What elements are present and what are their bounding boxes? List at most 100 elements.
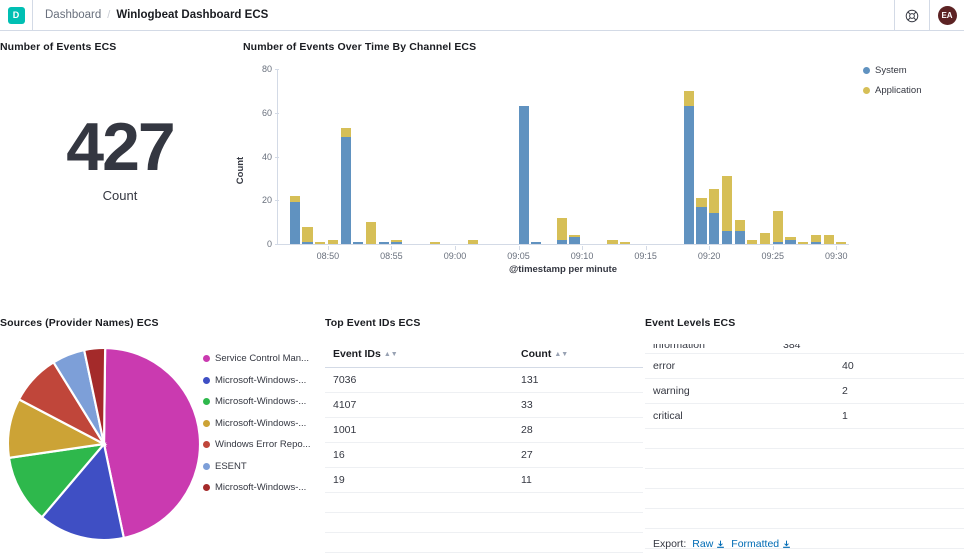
bar-segment-application[interactable] [824, 235, 834, 244]
bar-segment-application[interactable] [785, 237, 795, 239]
table-row[interactable]: critical1 [645, 403, 964, 428]
column-header-count[interactable]: Count▲▼ [513, 344, 643, 368]
bar-segment-system[interactable] [722, 231, 732, 244]
bar-segment-system[interactable] [569, 237, 579, 244]
bar-segment-system[interactable] [391, 242, 401, 244]
bar-segment-application[interactable] [341, 128, 351, 137]
bar-segment-system[interactable] [557, 240, 567, 244]
bar-segment-application[interactable] [302, 227, 312, 242]
histogram-bar[interactable] [391, 240, 401, 244]
histogram-bar[interactable] [836, 242, 846, 244]
bar-segment-system[interactable] [531, 242, 541, 244]
pie-legend-item[interactable]: Service Control Man... [203, 353, 323, 364]
table-row[interactable]: error40 [645, 353, 964, 378]
histogram-bar[interactable] [620, 242, 630, 244]
histogram-bar[interactable] [709, 189, 719, 244]
bar-segment-application[interactable] [709, 189, 719, 213]
histogram-bar[interactable] [785, 237, 795, 244]
table-row[interactable]: 1911 [325, 468, 643, 493]
bar-segment-application[interactable] [620, 242, 630, 244]
bar-segment-system[interactable] [773, 242, 783, 244]
table-row[interactable]: 410733 [325, 393, 643, 418]
histogram-bar[interactable] [773, 211, 783, 244]
histogram-bar[interactable] [290, 196, 300, 244]
histogram-bar[interactable] [519, 106, 529, 244]
bar-segment-application[interactable] [569, 235, 579, 237]
histogram-bar[interactable] [696, 198, 706, 244]
bar-segment-system[interactable] [519, 106, 529, 244]
pie-legend-item[interactable]: Microsoft-Windows-... [203, 396, 323, 407]
bar-segment-system[interactable] [341, 137, 351, 244]
bar-segment-system[interactable] [684, 106, 694, 244]
histogram-bar[interactable] [379, 242, 389, 244]
pie-legend-item[interactable]: Microsoft-Windows-... [203, 375, 323, 386]
bar-segment-application[interactable] [557, 218, 567, 240]
histogram-bar[interactable] [557, 218, 567, 244]
bar-segment-system[interactable] [290, 202, 300, 244]
histogram-bar[interactable] [811, 235, 821, 244]
legend-item[interactable]: Application [863, 85, 963, 96]
bar-segment-system[interactable] [302, 242, 312, 244]
bar-segment-system[interactable] [785, 240, 795, 244]
bar-segment-system[interactable] [696, 207, 706, 244]
histogram-bar[interactable] [735, 220, 745, 244]
export-formatted-link[interactable]: Formatted [731, 538, 791, 550]
histogram-bar[interactable] [430, 242, 440, 244]
bar-segment-application[interactable] [607, 240, 617, 244]
bar-segment-application[interactable] [684, 91, 694, 106]
histogram-bar[interactable] [747, 240, 757, 244]
histogram-bar[interactable] [722, 176, 732, 244]
bar-segment-application[interactable] [366, 222, 376, 244]
histogram-bar[interactable] [328, 240, 338, 244]
bar-segment-application[interactable] [735, 220, 745, 231]
breadcrumb-item-current[interactable]: Winlogbeat Dashboard ECS [116, 9, 268, 21]
histogram-bar[interactable] [531, 242, 541, 244]
sort-icon[interactable]: ▲▼ [384, 351, 398, 358]
user-menu-button[interactable]: EA [930, 0, 964, 31]
bar-segment-system[interactable] [811, 242, 821, 244]
histogram-bar[interactable] [824, 235, 834, 244]
bar-segment-application[interactable] [290, 196, 300, 203]
bar-segment-application[interactable] [315, 242, 325, 244]
histogram-bar[interactable] [302, 227, 312, 245]
histogram-bar[interactable] [569, 235, 579, 244]
bar-segment-application[interactable] [760, 233, 770, 244]
legend-item[interactable]: System [863, 65, 963, 76]
histogram-bar[interactable] [366, 222, 376, 244]
histogram-bar[interactable] [341, 128, 351, 244]
bar-segment-application[interactable] [836, 242, 846, 244]
bar-segment-system[interactable] [379, 242, 389, 244]
table-row[interactable]: 7036131 [325, 368, 643, 393]
pie-legend-item[interactable]: Windows Error Repo... [203, 439, 323, 450]
histogram-bar[interactable] [684, 91, 694, 244]
bar-segment-application[interactable] [468, 240, 478, 244]
bar-segment-system[interactable] [735, 231, 745, 244]
table-row[interactable]: 100128 [325, 418, 643, 443]
bar-segment-application[interactable] [430, 242, 440, 244]
histogram-bar[interactable] [798, 242, 808, 244]
bar-segment-application[interactable] [722, 176, 732, 231]
histogram-bar[interactable] [315, 242, 325, 244]
table-row[interactable]: 1627 [325, 443, 643, 468]
bar-segment-system[interactable] [353, 242, 363, 244]
pie-legend-item[interactable]: ESENT [203, 461, 323, 472]
column-header-event-ids[interactable]: Event IDs▲▼ [325, 344, 513, 368]
bar-segment-application[interactable] [798, 242, 808, 244]
histogram-bar[interactable] [468, 240, 478, 244]
bar-segment-application[interactable] [696, 198, 706, 207]
histogram-bar[interactable] [353, 242, 363, 244]
sort-icon[interactable]: ▲▼ [554, 351, 568, 358]
bar-segment-application[interactable] [328, 240, 338, 244]
histogram-bar[interactable] [607, 240, 617, 244]
bar-segment-application[interactable] [773, 211, 783, 242]
export-raw-link[interactable]: Raw [692, 538, 725, 550]
breadcrumb-item-dashboard[interactable]: Dashboard [45, 9, 101, 21]
bar-segment-application[interactable] [391, 240, 401, 242]
bar-segment-application[interactable] [811, 235, 821, 242]
bar-segment-system[interactable] [709, 213, 719, 244]
table-row[interactable]: warning2 [645, 378, 964, 403]
help-button[interactable] [895, 0, 929, 31]
histogram-bar[interactable] [760, 233, 770, 244]
pie-legend-item[interactable]: Microsoft-Windows-... [203, 482, 323, 493]
bar-segment-application[interactable] [747, 240, 757, 244]
